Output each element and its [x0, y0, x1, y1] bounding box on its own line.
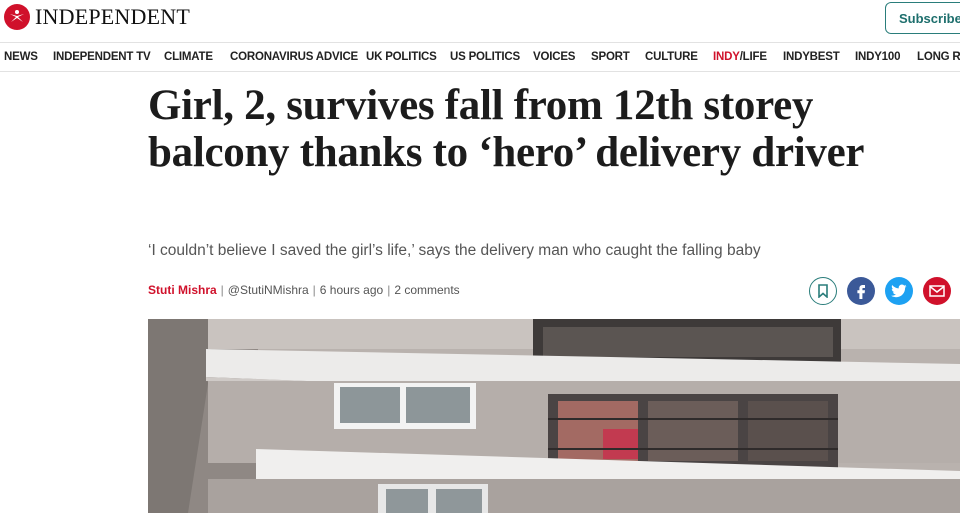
comments-link[interactable]: 2 comments — [394, 283, 459, 297]
author-handle[interactable]: @StutiNMishra — [228, 283, 309, 297]
nav-item-independent-tv[interactable]: INDEPENDENT TV — [53, 51, 151, 63]
byline-separator: | — [220, 283, 224, 297]
eagle-logo-icon — [4, 4, 30, 30]
author-link[interactable]: Stuti Mishra — [148, 283, 217, 297]
building-balcony-image — [148, 319, 960, 513]
byline-separator: | — [312, 283, 316, 297]
nav-item-coronavirus-advice[interactable]: CORONAVIRUS ADVICE — [230, 51, 358, 63]
subscribe-button[interactable]: Subscribe — [885, 2, 960, 34]
twitter-icon[interactable] — [885, 277, 913, 305]
nav-item-indy-life[interactable]: INDY/LIFE — [713, 51, 767, 63]
facebook-icon[interactable] — [847, 277, 875, 305]
nav-item-indybest[interactable]: INDYBEST — [783, 51, 840, 63]
nav-item-news[interactable]: NEWS — [4, 51, 38, 63]
nav-item-indy100[interactable]: INDY100 — [855, 51, 900, 63]
logo[interactable]: INDEPENDENT — [4, 4, 190, 30]
bookmark-icon[interactable] — [809, 277, 837, 305]
nav-item-sport[interactable]: SPORT — [591, 51, 630, 63]
nav-item-us-politics[interactable]: US POLITICS — [450, 51, 520, 63]
nav-item-culture[interactable]: CULTURE — [645, 51, 698, 63]
section-nav: NEWS INDEPENDENT TV CLIMATE CORONAVIRUS … — [0, 42, 960, 72]
nav-item-long-reads[interactable]: LONG RE — [917, 51, 960, 63]
nav-indy-highlight: INDY — [713, 51, 740, 63]
article-headline: Girl, 2, survives fall from 12th storey … — [148, 82, 865, 176]
byline-separator: | — [387, 283, 391, 297]
nav-item-voices[interactable]: VOICES — [533, 51, 575, 63]
hero-image — [148, 319, 960, 513]
byline: Stuti Mishra | @StutiNMishra | 6 hours a… — [148, 283, 460, 297]
masthead: INDEPENDENT Subscribe — [0, 0, 960, 42]
logo-text: INDEPENDENT — [35, 4, 190, 29]
nav-item-climate[interactable]: CLIMATE — [164, 51, 213, 63]
article-standfirst: ‘I couldn’t believe I saved the girl’s l… — [148, 242, 761, 259]
nav-item-uk-politics[interactable]: UK POLITICS — [366, 51, 437, 63]
publish-time: 6 hours ago — [319, 283, 384, 297]
email-icon[interactable] — [923, 277, 951, 305]
nav-life-text: /LIFE — [739, 51, 767, 63]
